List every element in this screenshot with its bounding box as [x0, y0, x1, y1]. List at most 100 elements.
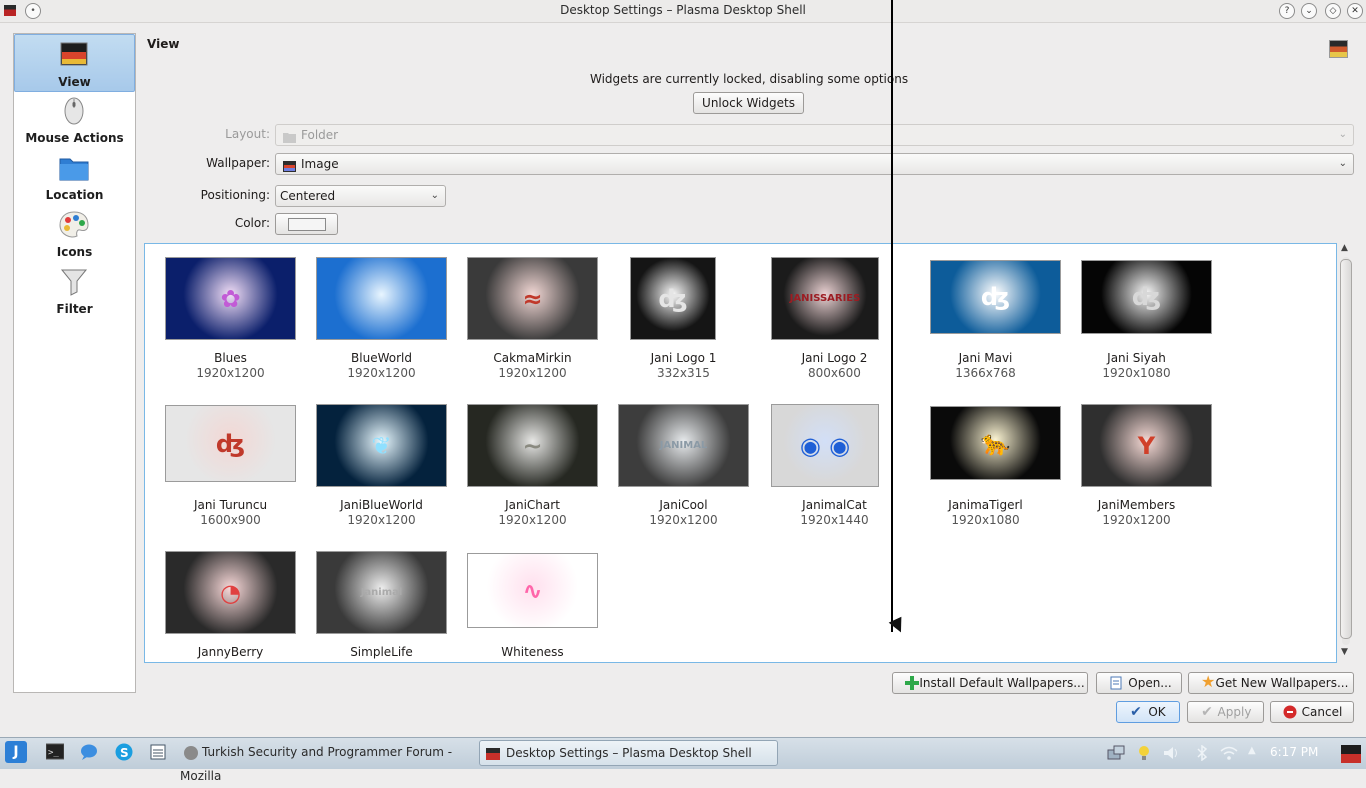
- sidebar-item-mouse-actions[interactable]: Mouse Actions: [15, 91, 134, 147]
- wallpaper-thumbnail[interactable]: JANIMAL: [618, 404, 749, 487]
- wallpaper-tile[interactable]: ◔ JannyBerry1920x1200: [155, 244, 306, 662]
- sidebar-item-icons[interactable]: Icons: [15, 205, 134, 261]
- wallpaper-thumbnail[interactable]: ʤ: [1081, 260, 1212, 334]
- maximize-button[interactable]: ◇: [1325, 3, 1341, 19]
- sidebar-item-view[interactable]: View: [14, 34, 135, 92]
- folder-icon: [283, 129, 296, 143]
- wallpaper-thumbnail[interactable]: 🐆: [930, 406, 1061, 480]
- wallpaper-thumbnail[interactable]: ◉ ◉: [771, 404, 879, 487]
- chat-icon[interactable]: [80, 743, 98, 761]
- open-button[interactable]: Open...: [1096, 672, 1182, 694]
- cancel-button[interactable]: Cancel: [1270, 701, 1354, 723]
- wallpaper-thumbnail[interactable]: ∿: [467, 553, 598, 628]
- application-launcher[interactable]: J: [5, 741, 27, 763]
- wallpaper-thumbnail[interactable]: ʤ: [165, 405, 296, 482]
- wallpaper-name: BlueWorld: [351, 351, 412, 365]
- sidebar-item-label: Filter: [56, 302, 93, 316]
- wallpaper-thumbnail[interactable]: ✿: [165, 257, 296, 340]
- close-button[interactable]: ✕: [1347, 3, 1363, 19]
- cancel-icon: [1283, 705, 1297, 719]
- sidebar-item-location[interactable]: Location: [15, 148, 134, 204]
- wallpaper-tile[interactable]: JanimalSimpleLife1920x1200: [306, 244, 457, 662]
- wallpaper-resolution: 1920x1200: [347, 366, 416, 380]
- wallpaper-thumbnail[interactable]: ❦: [316, 404, 447, 487]
- wallpaper-resolution: 1920x1200: [155, 660, 306, 662]
- wallpaper-thumbnail[interactable]: Y: [1081, 404, 1212, 487]
- wallpaper-name: CakmaMirkin: [493, 351, 572, 365]
- wallpaper-tile[interactable]: JANIMAL JaniCool 1920x1200: [608, 244, 759, 527]
- volume-icon[interactable]: [1163, 745, 1179, 761]
- wallpaper-thumbnail[interactable]: ≈: [467, 257, 598, 340]
- notes-icon[interactable]: [149, 743, 167, 761]
- color-button[interactable]: [275, 213, 338, 235]
- wallpaper-resolution: 1600x900: [200, 513, 261, 527]
- minimize-button[interactable]: ⌄: [1301, 3, 1317, 19]
- get-new-wallpapers-button[interactable]: ★ Get New Wallpapers...: [1188, 672, 1354, 694]
- wallpaper-tile[interactable]: 🐆 JanimaTigerl 1920x1080: [910, 244, 1061, 527]
- skype-icon[interactable]: S: [115, 743, 133, 761]
- wallpaper-resolution: 1920x1200: [498, 513, 567, 527]
- wallpaper-thumbnail[interactable]: ~: [467, 404, 598, 487]
- tray-expand-icon[interactable]: ▲: [1248, 745, 1264, 761]
- terminal-icon[interactable]: >_: [45, 743, 65, 761]
- wallpaper-name: Jani Logo 2: [801, 351, 868, 365]
- wallpaper-thumbnail[interactable]: ʤ: [930, 260, 1061, 334]
- scrollbar-thumb[interactable]: [1340, 259, 1352, 639]
- wallpaper-tile[interactable]: Y JaniMembers 1920x1200: [1061, 244, 1212, 527]
- install-default-wallpapers-button[interactable]: Install Default Wallpapers...: [892, 672, 1088, 694]
- sidebar-item-label: Icons: [56, 245, 93, 259]
- unlock-widgets-button[interactable]: Unlock Widgets: [693, 92, 804, 114]
- wallpaper-resolution: 1920x1080: [951, 513, 1020, 527]
- svg-text:S: S: [120, 746, 129, 760]
- scroll-up-icon[interactable]: ▲: [1341, 243, 1348, 253]
- wallpaper-name: Jani Logo 1: [650, 351, 717, 365]
- lightbulb-icon[interactable]: [1136, 745, 1152, 761]
- install-default-label: Install Default Wallpapers...: [919, 676, 1085, 690]
- task-label: Desktop Settings – Plasma Desktop Shell: [506, 746, 752, 760]
- apply-button: ✔ Apply: [1187, 701, 1264, 723]
- task-desktop-settings[interactable]: Desktop Settings – Plasma Desktop Shell: [479, 740, 778, 766]
- wallpaper-tile[interactable]: ◉ ◉ JanimalCat 1920x1440: [759, 244, 910, 527]
- help-button[interactable]: ?: [1279, 3, 1295, 19]
- wallpaper-thumbnail[interactable]: ʤ: [630, 257, 716, 340]
- wifi-icon[interactable]: [1220, 745, 1238, 761]
- bluetooth-icon[interactable]: [1194, 744, 1210, 762]
- wallpaper-combo[interactable]: Image ⌄: [275, 153, 1354, 175]
- wallpaper-name: JaniMembers: [1097, 498, 1176, 512]
- wallpaper-name: JaniBlueWorld: [340, 498, 423, 512]
- svg-text:>_: >_: [48, 748, 59, 758]
- chevron-down-icon: ⌄: [1338, 158, 1347, 169]
- task-firefox[interactable]: Turkish Security and Programmer Forum - …: [180, 740, 472, 783]
- positioning-combo[interactable]: Centered ⌄: [275, 185, 446, 207]
- window-title: Desktop Settings – Plasma Desktop Shell: [560, 3, 806, 17]
- mouse-icon: [59, 97, 89, 125]
- funnel-icon: [59, 268, 89, 296]
- sidebar-item-filter[interactable]: Filter: [15, 262, 134, 318]
- color-label: Color:: [234, 216, 270, 230]
- network-devices-icon[interactable]: [1107, 745, 1125, 761]
- positioning-combo-value: Centered: [280, 189, 336, 203]
- wallpaper-resolution: 1920x1200: [457, 660, 608, 662]
- ok-button[interactable]: ✔ OK: [1116, 701, 1180, 723]
- document-open-icon: [1109, 676, 1123, 690]
- show-desktop-icon[interactable]: [1341, 745, 1361, 763]
- wallpaper-resolution: 1920x1200: [649, 513, 718, 527]
- wallpaper-resolution: 800x600: [808, 366, 861, 380]
- wallpaper-thumbnail[interactable]: ◔: [165, 551, 296, 634]
- sidebar: View Mouse Actions Location Icons Filter: [13, 33, 136, 693]
- wallpaper-name: Jani Siyah: [1107, 351, 1166, 365]
- wallpaper-thumbnail[interactable]: Janimal: [316, 551, 447, 634]
- grid-scrollbar[interactable]: ▲ ▼: [1338, 243, 1354, 661]
- clock[interactable]: 6:17 PM: [1270, 745, 1318, 759]
- wallpaper-thumbnail[interactable]: JANISSARIES: [771, 257, 879, 340]
- wallpaper-thumbnail[interactable]: [316, 257, 447, 340]
- wallpaper-name: JaniCool: [659, 498, 708, 512]
- locked-message: Widgets are currently locked, disabling …: [590, 72, 909, 86]
- wallpaper-grid[interactable]: ✿ Blues 1920x1200 BlueWorld 1920x1200 ≈ CakmaM…: [144, 243, 1337, 663]
- scroll-down-icon[interactable]: ▼: [1341, 647, 1348, 657]
- get-new-label: Get New Wallpapers...: [1215, 676, 1349, 690]
- wallpaper-name: Whiteness: [501, 645, 564, 659]
- wallpaper-resolution: 1920x1200: [306, 660, 457, 662]
- wallpaper-name: JannyBerry: [197, 645, 264, 659]
- wallpaper-tile[interactable]: ∿Whiteness1920x1200: [457, 244, 608, 662]
